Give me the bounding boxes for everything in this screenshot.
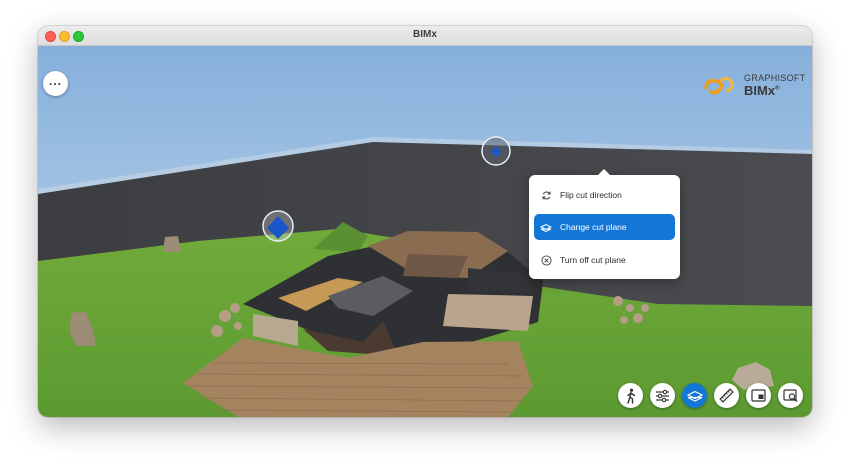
- flip-cut-direction-label: Flip cut direction: [560, 190, 622, 200]
- walk-mode-button[interactable]: [618, 383, 643, 408]
- ruler-icon: [719, 388, 734, 403]
- walk-icon: [626, 388, 635, 404]
- sliders-icon: [656, 389, 669, 402]
- change-cut-plane-label: Change cut plane: [560, 222, 627, 232]
- measure-button[interactable]: [714, 383, 739, 408]
- settings-sliders-button[interactable]: [650, 383, 675, 408]
- graphisoft-bimx-logo: GRAPHISOFT BIMx®: [702, 71, 806, 101]
- search-view-icon: [782, 388, 797, 402]
- flip-cut-direction-item[interactable]: Flip cut direction: [534, 182, 675, 208]
- window-title: BIMx: [413, 29, 437, 40]
- popup-arrow: [597, 169, 611, 176]
- cut-plane-tool-button[interactable]: [682, 383, 707, 408]
- logo-brand-text: GRAPHISOFT: [744, 73, 806, 83]
- cut-plane-icon: [686, 390, 703, 402]
- close-circle-icon: [540, 254, 552, 266]
- cut-plane-popup-menu: Flip cut direction Change cut plane Turn…: [529, 169, 680, 279]
- more-horizontal-icon: ...: [48, 73, 62, 88]
- turn-off-cut-plane-item[interactable]: Turn off cut plane: [534, 247, 675, 273]
- bottom-toolbar: [611, 383, 803, 408]
- 3d-viewport[interactable]: ... GRAPHISOFT BIMx® Flip cut direction: [38, 46, 812, 417]
- app-window: BIMx ... GRAPHISOFT BIMx® Flip cut direc…: [38, 26, 812, 417]
- title-bar: BIMx: [38, 26, 812, 46]
- 3d-model-scene: [38, 46, 812, 417]
- layout-view-button[interactable]: [746, 383, 771, 408]
- turn-off-cut-plane-label: Turn off cut plane: [560, 255, 626, 265]
- more-menu-button[interactable]: ...: [43, 71, 68, 96]
- flip-icon: [540, 189, 552, 201]
- graphisoft-logo-icon: [704, 76, 734, 95]
- search-view-button[interactable]: [778, 383, 803, 408]
- cut-plane-icon: [540, 221, 552, 233]
- change-cut-plane-item[interactable]: Change cut plane: [534, 214, 675, 240]
- layout-icon: [751, 389, 766, 402]
- logo-product-text: BIMx®: [744, 83, 780, 98]
